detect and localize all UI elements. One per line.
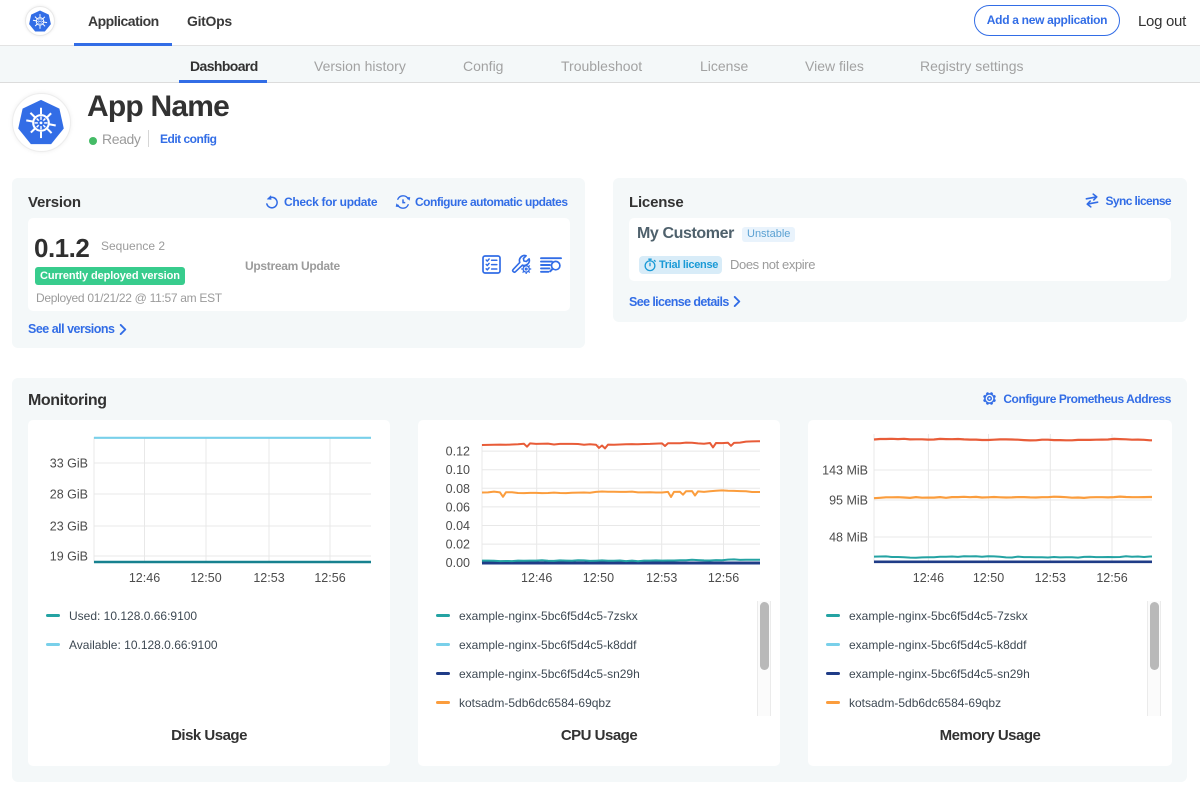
svg-text:12:53: 12:53 <box>1035 571 1066 585</box>
svg-text:23 GiB: 23 GiB <box>50 520 88 534</box>
svg-text:12:50: 12:50 <box>973 571 1004 585</box>
svg-text:12:46: 12:46 <box>913 571 944 585</box>
svg-text:0.06: 0.06 <box>446 500 470 514</box>
svg-text:0.00: 0.00 <box>446 556 470 570</box>
svg-text:12:56: 12:56 <box>314 571 345 585</box>
svg-text:12:46: 12:46 <box>521 571 552 585</box>
svg-text:0.04: 0.04 <box>446 519 470 533</box>
svg-text:28 GiB: 28 GiB <box>50 488 88 502</box>
svg-text:48 MiB: 48 MiB <box>829 531 868 545</box>
svg-text:12:53: 12:53 <box>253 571 284 585</box>
svg-text:95 MiB: 95 MiB <box>829 494 868 508</box>
svg-text:12:56: 12:56 <box>708 571 739 585</box>
svg-text:143 MiB: 143 MiB <box>822 464 868 478</box>
svg-text:0.02: 0.02 <box>446 538 470 552</box>
svg-text:12:50: 12:50 <box>583 571 614 585</box>
svg-text:12:50: 12:50 <box>190 571 221 585</box>
svg-text:19 GiB: 19 GiB <box>50 550 88 564</box>
svg-text:12:56: 12:56 <box>1096 571 1127 585</box>
svg-text:12:46: 12:46 <box>129 571 160 585</box>
svg-text:0.12: 0.12 <box>446 445 470 459</box>
svg-text:0.10: 0.10 <box>446 463 470 477</box>
svg-text:12:53: 12:53 <box>646 571 677 585</box>
svg-text:33 GiB: 33 GiB <box>50 457 88 471</box>
svg-text:0.08: 0.08 <box>446 482 470 496</box>
